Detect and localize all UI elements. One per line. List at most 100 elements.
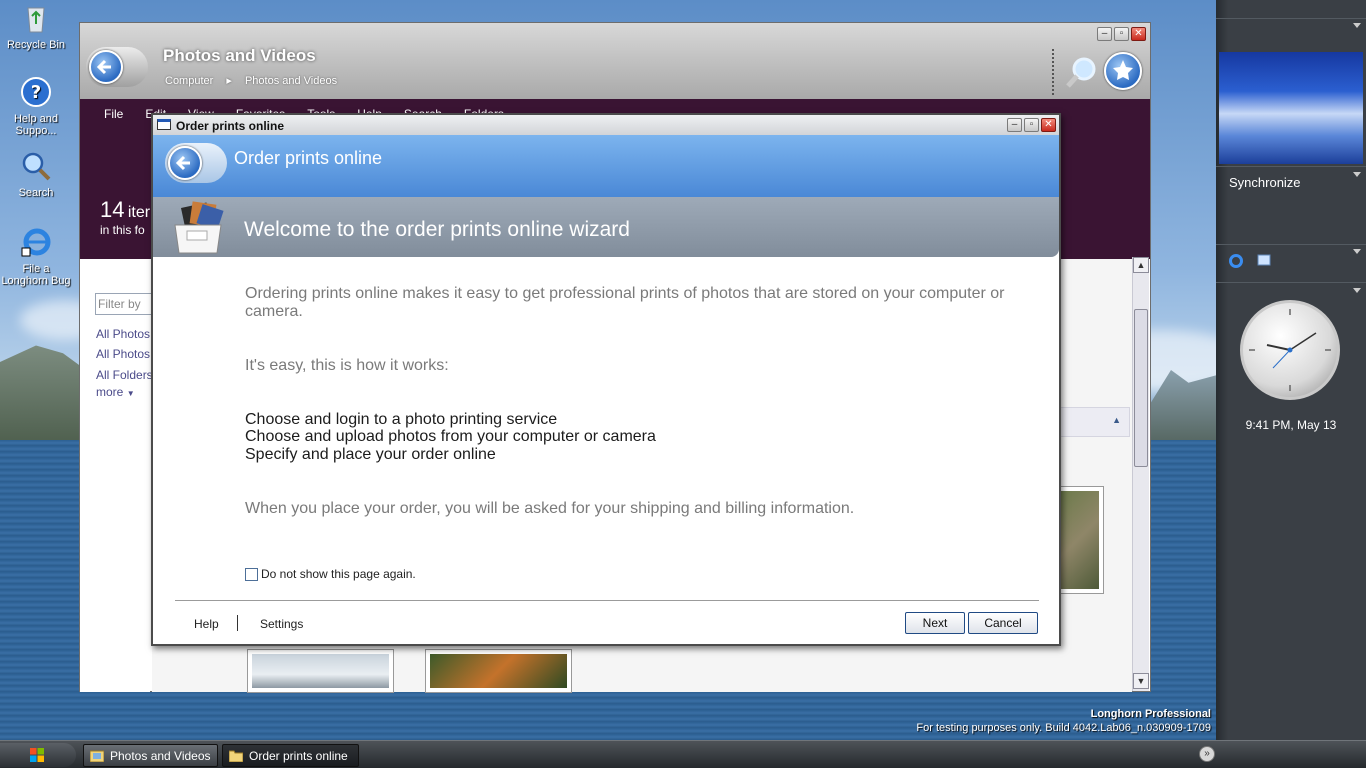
taskbar-item-label: Photos and Videos: [110, 749, 211, 763]
taskbar: Photos and Videos Order prints online »: [0, 740, 1366, 768]
dont-show-again-label[interactable]: Do not show this page again.: [261, 567, 416, 581]
photo-image: [1057, 491, 1099, 589]
breadcrumb: Computer ▸ Photos and Videos: [165, 74, 347, 87]
scroll-thumb[interactable]: [1134, 309, 1148, 467]
search-icon: [22, 152, 51, 181]
internet-explorer-icon[interactable]: [1228, 253, 1244, 269]
wizard-welcome-title: Welcome to the order prints online wizar…: [244, 218, 630, 241]
help-support-label: Help and Suppo...: [13, 113, 59, 137]
scroll-up-button[interactable]: ▲: [1133, 257, 1149, 273]
step-1-text: Choose and login to a photo printing ser…: [245, 411, 558, 428]
help-icon: ?: [21, 77, 51, 107]
mountain: [0, 345, 90, 450]
divider: [1052, 49, 1054, 95]
maximize-button[interactable]: ▫: [1114, 27, 1129, 41]
side-link-all-photos[interactable]: All Photos: [96, 327, 150, 341]
wizard-back-button[interactable]: [165, 143, 227, 183]
star-icon: [1113, 60, 1133, 80]
file-bug-label: File a Longhorn Bug: [1, 263, 71, 287]
breadcrumb-photos-videos[interactable]: Photos and Videos: [245, 75, 337, 87]
tile-menu-arrow-icon[interactable]: [1353, 172, 1361, 177]
watermark-edition: Longhorn Professional: [1090, 708, 1211, 720]
explorer-title: Photos and Videos: [163, 46, 316, 65]
more-label: more: [96, 385, 124, 399]
menu-file[interactable]: File: [104, 107, 123, 121]
breadcrumb-separator-icon: ▸: [226, 75, 232, 87]
easy-line-text: It's easy, this is how it works:: [245, 357, 449, 374]
start-button[interactable]: [0, 743, 76, 767]
step-2-text: Choose and upload photos from your compu…: [245, 428, 656, 445]
window-icon: [157, 119, 171, 130]
dialog-window-controls: – ▫ ✕: [1007, 118, 1056, 132]
tile-menu-arrow-icon[interactable]: [1353, 288, 1361, 293]
group-header[interactable]: ▲: [1060, 407, 1130, 437]
desktop-icon[interactable]: [1256, 253, 1272, 269]
quick-launch-tile: [1216, 244, 1366, 280]
help-link[interactable]: Help: [194, 617, 219, 631]
sync-label[interactable]: Synchronize: [1229, 175, 1301, 190]
svg-text:?: ?: [31, 82, 41, 103]
watermark-build: For testing purposes only. Build 4042.La…: [916, 722, 1211, 734]
photo-thumbnail[interactable]: [247, 649, 394, 693]
photo-thumbnail[interactable]: [425, 649, 572, 693]
vertical-scrollbar[interactable]: ▲ ▼: [1132, 257, 1149, 691]
recycle-bin-label: Recycle Bin: [6, 39, 66, 51]
tile-menu-arrow-icon[interactable]: [1353, 249, 1361, 254]
next-button[interactable]: Next: [905, 612, 965, 634]
wizard-header-title: Order prints online: [234, 148, 383, 168]
minimize-button[interactable]: –: [1097, 27, 1112, 41]
close-button[interactable]: ✕: [1041, 118, 1056, 132]
settings-link[interactable]: Settings: [260, 617, 303, 631]
photo-image: [252, 654, 389, 688]
side-link-all-folders[interactable]: All Folders: [96, 368, 153, 382]
file-bug-shortcut[interactable]: File a Longhorn Bug: [0, 226, 72, 287]
analog-clock: [1240, 300, 1340, 400]
sidebar: Synchronize 9:41 PM, May 13: [1216, 0, 1366, 740]
search-label: Search: [18, 187, 54, 199]
scroll-down-button[interactable]: ▼: [1133, 673, 1149, 689]
dialog-titlebar: Order prints online: [153, 115, 1059, 135]
dont-show-again-checkbox[interactable]: [245, 568, 258, 581]
minimize-button[interactable]: –: [1007, 118, 1022, 132]
explorer-titlebar: Photos and Videos Computer ▸ Photos and …: [80, 23, 1150, 99]
taskbar-item-order-prints[interactable]: Order prints online: [222, 744, 359, 767]
explorer-side-pane: [80, 259, 150, 692]
close-button[interactable]: ✕: [1131, 27, 1146, 41]
item-count-sub: in this fo: [100, 223, 145, 237]
side-link-more[interactable]: more ▼: [96, 385, 135, 399]
cancel-button[interactable]: Cancel: [968, 612, 1038, 634]
link-separator: [237, 615, 238, 631]
back-button[interactable]: [86, 47, 148, 87]
sidebar-tile-top: [1216, 18, 1366, 46]
favorites-star-button[interactable]: [1104, 52, 1142, 90]
back-arrow-icon: [168, 146, 202, 180]
internet-explorer-icon: [21, 228, 51, 257]
chevron-down-icon: ▼: [126, 389, 135, 398]
photos-folder-icon: [90, 750, 104, 762]
search-magnifier-icon[interactable]: [1064, 55, 1100, 91]
maximize-button[interactable]: ▫: [1024, 118, 1039, 132]
step-3-text: Specify and place your order online: [245, 446, 496, 463]
clock-time: 9:41 PM, May 13: [1245, 418, 1337, 432]
tile-menu-arrow-icon[interactable]: [1353, 23, 1361, 28]
recycle-bin-shortcut[interactable]: Recycle Bin: [0, 2, 72, 51]
windows-logo-icon: [30, 748, 44, 762]
help-support-shortcut[interactable]: ? Help and Suppo...: [0, 76, 72, 137]
recycle-bin-icon: [27, 7, 45, 33]
photo-prints-icon: [174, 201, 224, 254]
chevron-down-icon[interactable]: »: [1199, 746, 1215, 762]
breadcrumb-computer[interactable]: Computer: [165, 75, 213, 87]
item-count: 14 iter in this fo: [100, 197, 150, 237]
intro-text: Ordering prints online makes it easy to …: [245, 285, 1005, 320]
slideshow-tile-image[interactable]: [1219, 52, 1363, 164]
shipping-note-text: When you place your order, you will be a…: [245, 500, 855, 517]
taskbar-item-label: Order prints online: [249, 749, 348, 763]
taskbar-item-photos-videos[interactable]: Photos and Videos: [83, 744, 218, 767]
wizard-header: Order prints online: [153, 135, 1059, 197]
search-shortcut[interactable]: Search: [0, 150, 72, 199]
clock-face-icon: [1249, 309, 1331, 391]
side-link-all-photos-2[interactable]: All Photos: [96, 347, 150, 361]
photo-image: [430, 654, 567, 688]
footer-divider: [175, 600, 1039, 601]
back-arrow-icon: [89, 50, 123, 84]
